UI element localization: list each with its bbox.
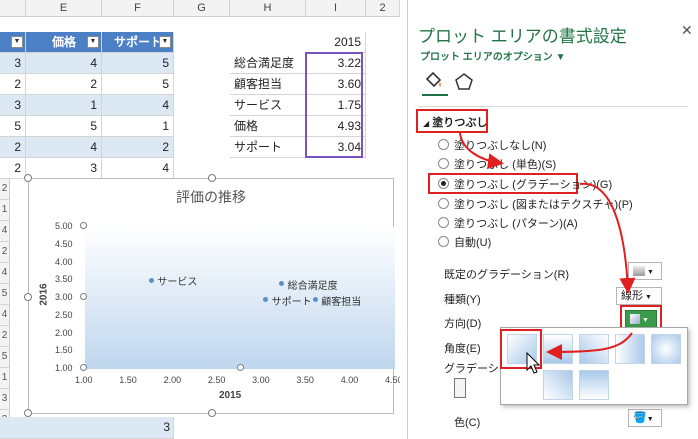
arrow <box>546 332 633 360</box>
arrow <box>579 182 636 294</box>
annotation-arrows <box>459 132 636 360</box>
arrow <box>459 132 504 170</box>
